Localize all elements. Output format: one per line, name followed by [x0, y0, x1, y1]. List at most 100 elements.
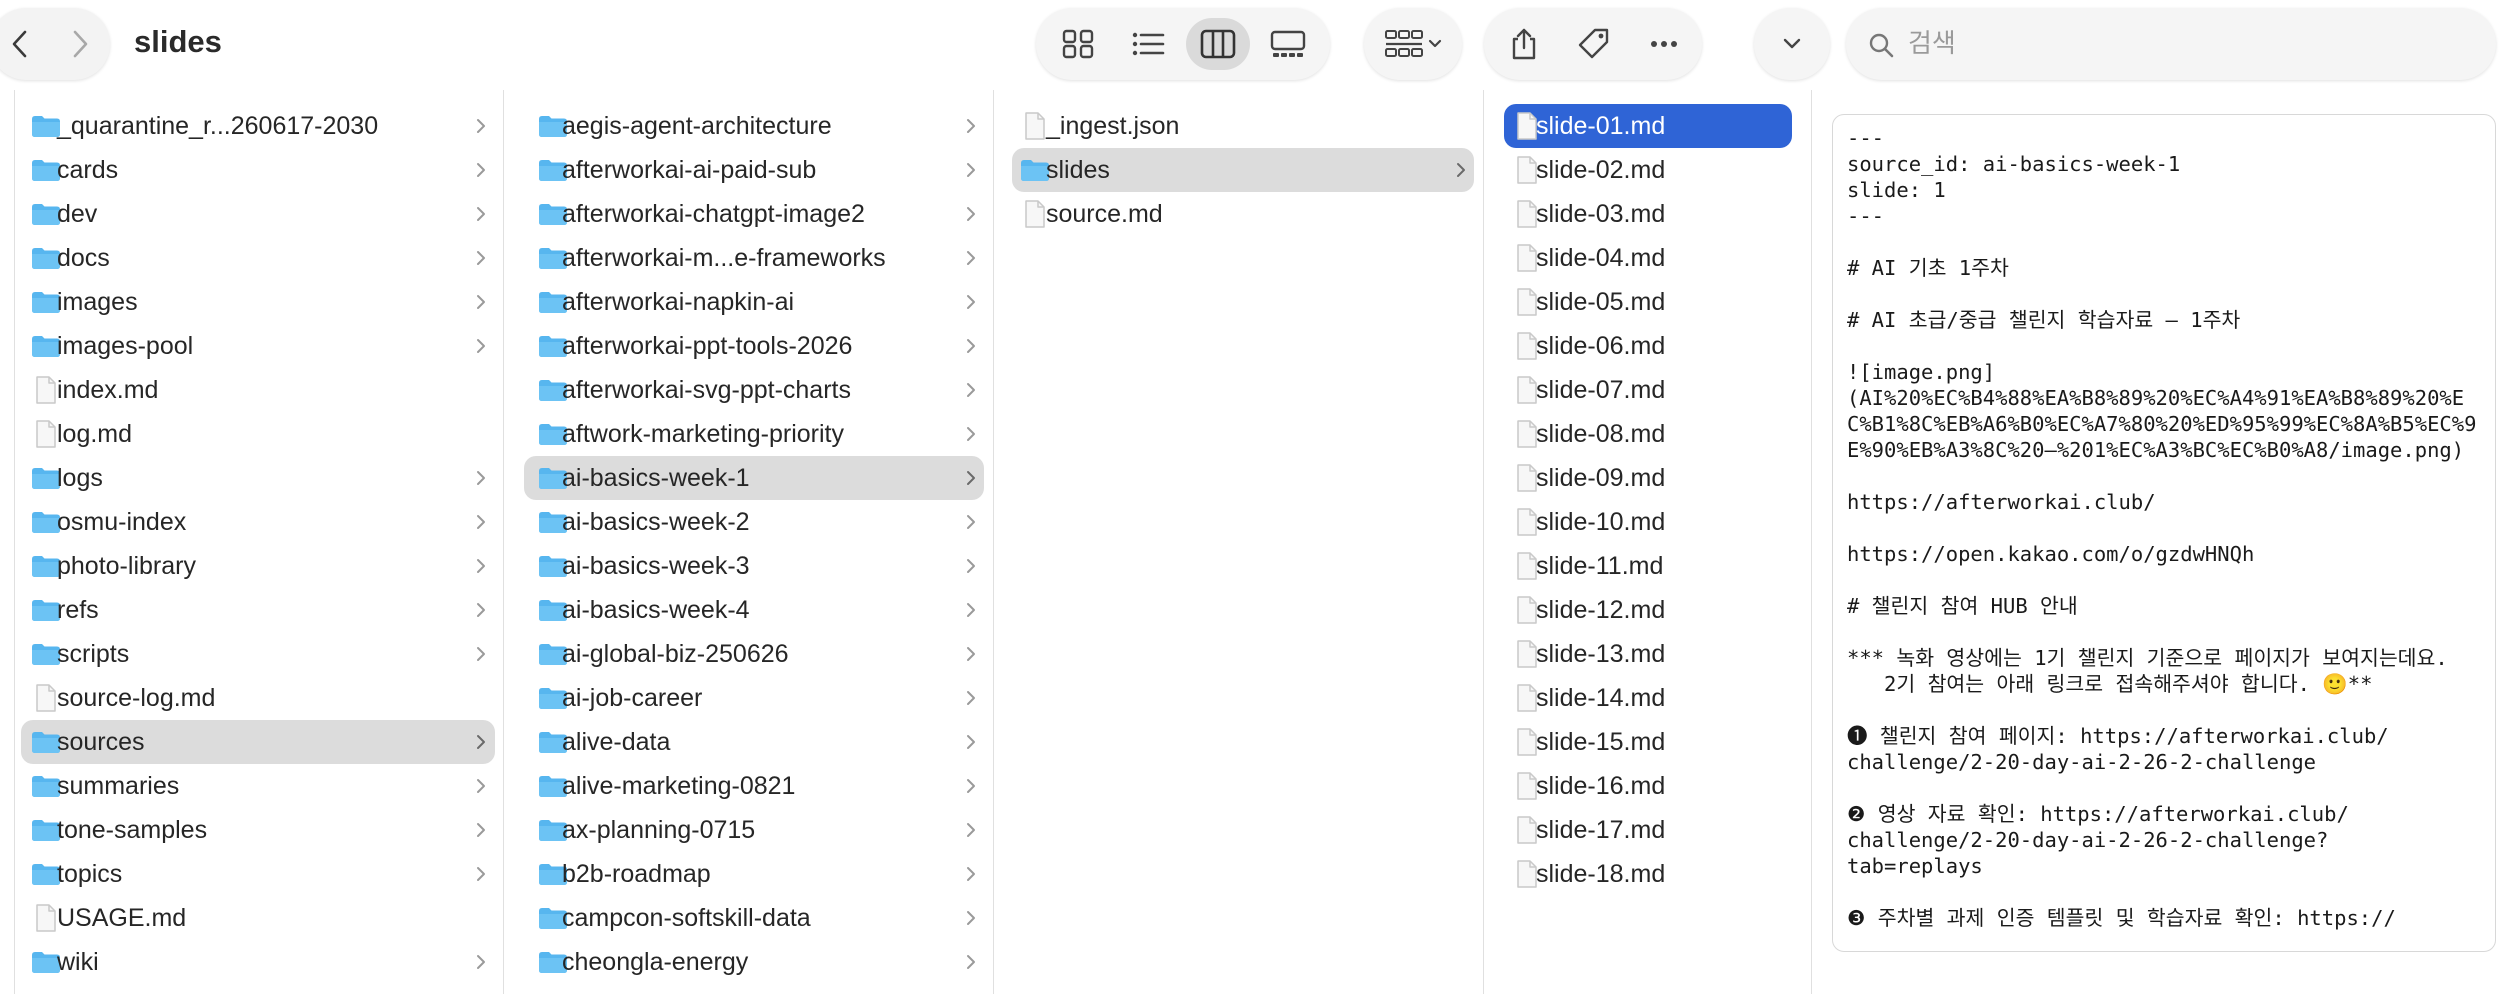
- folder-row[interactable]: logs: [15, 456, 503, 500]
- file-row[interactable]: slide-05.md: [1484, 280, 1811, 324]
- chevron-right-icon: [477, 119, 485, 133]
- file-preview-pane[interactable]: --- source_id: ai-basics-week-1 slide: 1…: [1832, 114, 2496, 952]
- folder-row[interactable]: ai-basics-week-4: [504, 588, 993, 632]
- file-row[interactable]: slide-10.md: [1484, 500, 1811, 544]
- more-actions-button[interactable]: [1634, 18, 1694, 70]
- search-field[interactable]: [1846, 8, 2496, 80]
- folder-row[interactable]: slides: [994, 148, 1483, 192]
- file-row[interactable]: slide-03.md: [1484, 192, 1811, 236]
- folder-row[interactable]: ax-planning-0715: [504, 808, 993, 852]
- folder-row[interactable]: topics: [15, 852, 503, 896]
- folder-row[interactable]: afterworkai-m...e-frameworks: [504, 236, 993, 280]
- chevron-right-icon: [477, 207, 485, 221]
- search-input[interactable]: [1908, 22, 2468, 66]
- file-row[interactable]: slide-07.md: [1484, 368, 1811, 412]
- file-row[interactable]: slide-15.md: [1484, 720, 1811, 764]
- folder-row[interactable]: tone-samples: [15, 808, 503, 852]
- folder-row[interactable]: alive-marketing-0821: [504, 764, 993, 808]
- file-row[interactable]: log.md: [15, 412, 503, 456]
- folder-row[interactable]: campcon-softskill-data: [504, 896, 993, 940]
- folder-row[interactable]: afterworkai-svg-ppt-charts: [504, 368, 993, 412]
- group-by-button[interactable]: [1364, 8, 1462, 80]
- file-row[interactable]: slide-14.md: [1484, 676, 1811, 720]
- file-row[interactable]: slide-01.md: [1484, 104, 1811, 148]
- folder-row[interactable]: scripts: [15, 632, 503, 676]
- folder-row[interactable]: alive-data: [504, 720, 993, 764]
- folder-row[interactable]: dev: [15, 192, 503, 236]
- folder-row[interactable]: images-pool: [15, 324, 503, 368]
- row-label: afterworkai-m...e-frameworks: [562, 244, 886, 272]
- chevron-right-icon: [477, 647, 485, 661]
- folder-row[interactable]: summaries: [15, 764, 503, 808]
- folder-row[interactable]: afterworkai-napkin-ai: [504, 280, 993, 324]
- document-icon: [1517, 420, 1537, 448]
- tags-button[interactable]: [1564, 18, 1624, 70]
- grid-icon: [1062, 29, 1094, 59]
- folder-row[interactable]: cheongla-energy: [504, 940, 993, 984]
- file-row[interactable]: slide-11.md: [1484, 544, 1811, 588]
- file-row[interactable]: slide-13.md: [1484, 632, 1811, 676]
- row-label: slide-08.md: [1536, 420, 1666, 448]
- folder-row[interactable]: afterworkai-ppt-tools-2026: [504, 324, 993, 368]
- folder-row[interactable]: refs: [15, 588, 503, 632]
- row-label: dev: [57, 200, 98, 228]
- icon-view-button[interactable]: [1046, 18, 1110, 70]
- folder-row[interactable]: ai-basics-week-3: [504, 544, 993, 588]
- file-row[interactable]: slide-02.md: [1484, 148, 1811, 192]
- row-label: slide-07.md: [1536, 376, 1666, 404]
- file-row[interactable]: slide-06.md: [1484, 324, 1811, 368]
- chevron-left-icon: [12, 30, 27, 58]
- file-row[interactable]: slide-12.md: [1484, 588, 1811, 632]
- document-icon: [1517, 464, 1537, 492]
- file-row[interactable]: slide-17.md: [1484, 808, 1811, 852]
- folder-row[interactable]: b2b-roadmap: [504, 852, 993, 896]
- column-view-button[interactable]: [1186, 18, 1250, 70]
- row-label: alive-marketing-0821: [562, 772, 796, 800]
- toolbar-overflow-button[interactable]: [1754, 8, 1830, 80]
- folder-row[interactable]: ai-global-biz-250626: [504, 632, 993, 676]
- folder-row[interactable]: docs: [15, 236, 503, 280]
- chevron-right-icon: [477, 867, 485, 881]
- chevron-right-icon: [477, 339, 485, 353]
- tag-icon: [1578, 28, 1609, 59]
- chevron-right-icon: [967, 911, 975, 925]
- file-row[interactable]: source.md: [994, 192, 1483, 236]
- row-label: ai-job-career: [562, 684, 703, 712]
- file-row[interactable]: slide-04.md: [1484, 236, 1811, 280]
- chevron-right-icon: [477, 603, 485, 617]
- folder-row[interactable]: _quarantine_r...260617-2030: [15, 104, 503, 148]
- folder-row[interactable]: images: [15, 280, 503, 324]
- gallery-view-button[interactable]: [1256, 18, 1320, 70]
- folder-row[interactable]: sources: [15, 720, 503, 764]
- file-row[interactable]: slide-08.md: [1484, 412, 1811, 456]
- folder-row[interactable]: cards: [15, 148, 503, 192]
- folder-row[interactable]: aftwork-marketing-priority: [504, 412, 993, 456]
- folder-row[interactable]: ai-basics-week-2: [504, 500, 993, 544]
- share-button[interactable]: [1494, 18, 1554, 70]
- row-label: afterworkai-ppt-tools-2026: [562, 332, 853, 360]
- folder-row[interactable]: aegis-agent-architecture: [504, 104, 993, 148]
- folder-row[interactable]: osmu-index: [15, 500, 503, 544]
- row-label: ai-basics-week-4: [562, 596, 750, 624]
- row-label: ai-global-biz-250626: [562, 640, 789, 668]
- folder-row[interactable]: photo-library: [15, 544, 503, 588]
- back-button[interactable]: [0, 8, 50, 80]
- folder-row[interactable]: ai-basics-week-1: [504, 456, 993, 500]
- list-view-button[interactable]: [1116, 18, 1180, 70]
- folder-row[interactable]: wiki: [15, 940, 503, 984]
- forward-button[interactable]: [50, 8, 110, 80]
- ellipsis-icon: [1651, 41, 1677, 47]
- row-label: slide-13.md: [1536, 640, 1666, 668]
- file-row[interactable]: slide-09.md: [1484, 456, 1811, 500]
- folder-row[interactable]: ai-job-career: [504, 676, 993, 720]
- folder-row[interactable]: afterworkai-chatgpt-image2: [504, 192, 993, 236]
- row-label: slide-18.md: [1536, 860, 1666, 888]
- row-label: docs: [57, 244, 110, 272]
- folder-row[interactable]: afterworkai-ai-paid-sub: [504, 148, 993, 192]
- file-row[interactable]: slide-18.md: [1484, 852, 1811, 896]
- file-row[interactable]: index.md: [15, 368, 503, 412]
- file-row[interactable]: source-log.md: [15, 676, 503, 720]
- file-row[interactable]: slide-16.md: [1484, 764, 1811, 808]
- file-row[interactable]: USAGE.md: [15, 896, 503, 940]
- file-row[interactable]: _ingest.json: [994, 104, 1483, 148]
